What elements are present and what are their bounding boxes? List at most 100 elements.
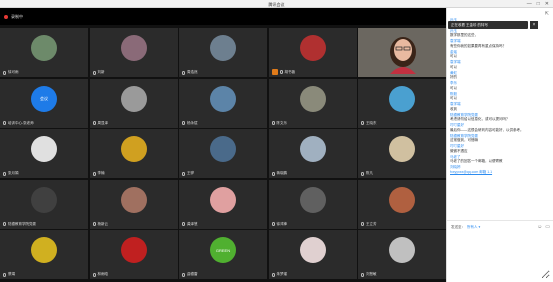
participant-avatar: GREEN [210,237,236,263]
chat-text: 考虑请勿给以信息化，或可以提问吗？ [450,117,510,121]
participant-name-tag: 周显泽 [92,120,109,126]
mic-muted-icon [3,70,6,75]
participant-name: 徐鸿锋 [276,221,288,226]
participant-tile[interactable]: 陆德教育学院党委 [0,179,88,229]
participant-tile[interactable]: 周浩然 [179,28,267,77]
participant-name-tag: 蒋晓鹏 [271,171,287,176]
participant-avatar [389,85,415,112]
mic-muted-icon [3,222,6,226]
mic-muted-icon [3,272,6,277]
participant-tile[interactable]: 王晓东 [358,78,446,128]
maximize-button[interactable]: □ [537,1,540,7]
participant-tile[interactable]: 蒋晓鹏 [268,129,357,178]
chat-message-list[interactable]: 孙玉老师这样，应该能看清晰孙玉数学那里的这些，袁学端有些你我的如果要再有重点保持… [447,18,553,222]
chat-message: 孙玉 数学那里的这些， [450,29,551,38]
participant-avatar: 会议 [31,85,57,112]
participant-tile[interactable]: 王骅 [179,129,267,178]
participant-name: 张月娟 [8,171,19,175]
participant-name-tag: 徐可雨 [3,70,19,75]
mic-muted-icon [182,70,185,75]
participant-name-tag: 刘新 [92,70,105,75]
participant-tile[interactable]: 朱梦瑾 [268,230,357,279]
meeting-top-bar: 录制中 [0,8,446,25]
title-bar: 腾讯会议 — □ ✕ [0,0,553,8]
participant-tile[interactable]: 陈凡 [358,129,446,178]
chat-text: 可以 [450,64,457,69]
participant-avatar [210,186,236,213]
chat-text: 有些你我的如果要再有重点保持吗？ [450,43,506,48]
chat-message: 黄虹 好的 [450,71,551,80]
chat-message: 马老了 马老了的回答一个邮箱，以便寄教 [450,155,551,164]
participant-name: 刘慧敏 [366,272,377,276]
participant-tile[interactable]: 会议 培训中心-张老师 [0,78,88,128]
participant-tile[interactable] [358,28,446,77]
participant-tile[interactable]: 周显泽 [89,78,178,128]
participant-tile[interactable]: 张月娟 [0,129,88,178]
participant-avatar [299,85,326,112]
recording-indicator[interactable]: 录制中 [4,14,23,20]
mic-muted-icon [361,171,364,176]
participant-name-tag: 周浩然 [182,70,198,75]
send-to-label: 发送至： [451,225,465,229]
chat-text: 这常做到，可惜嘛 [450,138,478,142]
record-dot-icon [4,15,8,19]
chat-link[interactable]: fxxyyxxx@qq.com 邮箱 1.1 [450,170,551,175]
participant-tile[interactable]: 蔡娟 [0,230,88,279]
chat-message: 陆德教育学院党委 考虑请勿给以信息化，或可以提问吗？ [450,113,551,122]
participant-name-tag: 陈凡 [361,171,373,176]
participant-tile[interactable]: 刘慧敏 [358,230,446,279]
close-button[interactable]: ✕ [545,1,549,7]
participant-tile[interactable]: 刘新 [89,28,178,77]
participant-name: 陈文乐 [276,120,288,125]
participant-tile[interactable]: 杨永斌 [179,78,267,128]
participant-tile[interactable]: 李楠 [89,129,178,178]
participant-name: 朱梦瑾 [276,272,288,276]
chat-text: 最后你——这很会研判内容可能好，以供参考。 [450,127,524,132]
chat-message: 李乐 可以 [450,81,551,90]
participant-tile[interactable]: 胡书薇 [268,28,357,77]
window-controls: — □ ✕ [527,1,549,7]
chat-text: 数学那里的这些， [450,33,478,37]
mic-muted-icon [182,121,185,125]
mic-muted-icon [182,272,185,277]
participant-name: 王晓东 [366,120,377,125]
chat-panel: ⇱ 孙玉老师这样，应该能看清晰孙玉数学那里的这些，袁学端有些你我的如果要再有重点… [446,8,553,282]
participant-name-tag: 杨永斌 [182,121,198,126]
participant-name-tag: 林雨晗 [92,272,109,277]
participant-tile[interactable]: GREEN 曲德雷 [179,230,267,279]
participant-name: 龚泽慧 [187,221,198,226]
participant-avatar [389,136,415,162]
chat-text: 可以 [450,96,457,100]
send-to-selector[interactable]: 发送至： 所有人 ▾ [451,225,480,230]
emoji-icon[interactable]: ☺ [537,224,542,230]
notice-close-button[interactable]: × [530,21,538,29]
participant-name: 曲德雷 [187,272,198,276]
chat-input[interactable] [450,233,550,279]
participant-name: 林雨晗 [97,272,109,276]
chat-text: 微微不透应 [450,148,468,153]
participant-name-tag: 朱梦瑾 [271,272,288,277]
participant-avatar [210,136,236,162]
file-icon[interactable]: ▭ [545,224,550,230]
participant-name-tag: 龚泽慧 [182,222,198,227]
participant-avatar [210,35,236,61]
participant-tile[interactable]: 林雨晗 [89,230,178,279]
host-badge-icon [271,69,278,75]
send-to-value[interactable]: 所有人 ▾ [467,225,480,230]
participant-name-tag: 刘慧敏 [361,272,377,277]
popout-icon[interactable]: ⇱ [545,11,549,17]
participant-tile[interactable]: 陈文乐 [268,78,357,128]
participant-tile[interactable]: 徐可雨 [0,28,88,77]
participant-avatar [120,35,147,61]
participant-tile[interactable]: 王立芳 [358,179,446,229]
participant-tile[interactable]: 徐鸿锋 [268,179,357,229]
mic-muted-icon [361,222,364,226]
participant-name: 周显泽 [97,120,109,125]
participant-tile[interactable]: 龚泽慧 [179,179,267,229]
mic-muted-icon [92,171,96,176]
participant-name: 杨新云 [97,221,109,226]
participant-name-tag: 王立芳 [361,222,377,227]
minimize-button[interactable]: — [527,1,532,7]
participant-tile[interactable]: 杨新云 [89,179,178,229]
participant-name-tag: 徐鸿锋 [271,221,288,227]
